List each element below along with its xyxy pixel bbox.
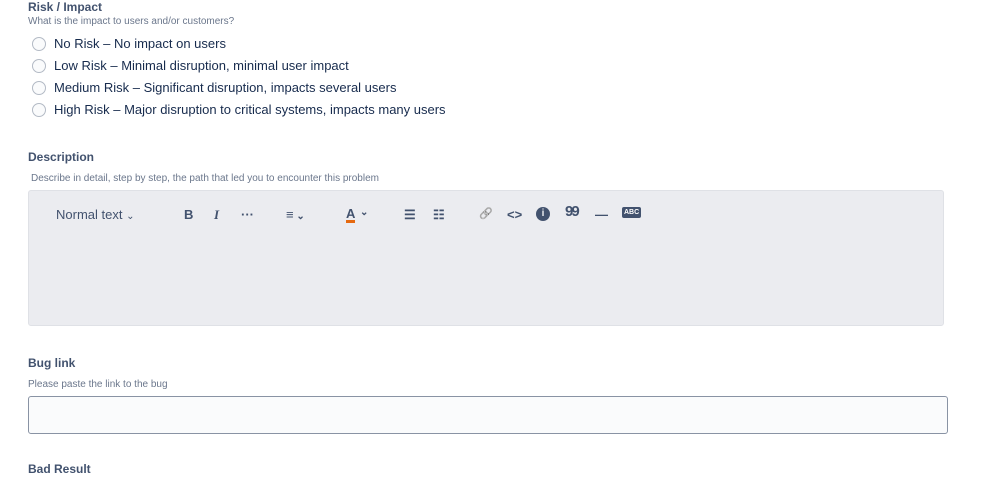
link-button[interactable]: 🔗 — [479, 207, 493, 220]
code-button[interactable]: <> — [507, 207, 522, 222]
bug-link-help: Please paste the link to the bug — [28, 379, 168, 390]
description-help: Describe in detail, step by step, the pa… — [31, 173, 379, 184]
align-button[interactable]: ≡ ⌄ — [286, 207, 305, 222]
divider-button[interactable]: — — [595, 207, 608, 222]
radio-label: High Risk – Major disruption to critical… — [54, 102, 446, 117]
text-color-icon: A — [346, 206, 356, 221]
radio-label: Medium Risk – Significant disruption, im… — [54, 80, 397, 95]
risk-label: Risk / Impact — [28, 0, 103, 14]
radio-low-risk[interactable]: Low Risk – Minimal disruption, minimal u… — [32, 58, 349, 73]
bold-button[interactable]: B — [184, 207, 193, 222]
align-icon: ≡ — [286, 207, 294, 222]
text-style-dropdown[interactable]: Normal text ⌄ — [56, 207, 134, 222]
description-editor[interactable]: Normal text ⌄ B I ··· ≡ ⌄ A ⌄ ☰ ☷ 🔗 <> i… — [28, 190, 944, 326]
bug-link-label: Bug link — [28, 356, 76, 370]
text-style-label: Normal text — [56, 207, 123, 222]
italic-button[interactable]: I — [214, 207, 219, 223]
more-formatting-button[interactable]: ··· — [241, 207, 254, 222]
quote-button[interactable]: 99 — [565, 203, 580, 220]
radio-no-risk[interactable]: No Risk – No impact on users — [32, 36, 226, 51]
bad-result-label: Bad Result — [28, 462, 91, 476]
bullet-list-button[interactable]: ☰ — [404, 207, 416, 223]
description-label: Description — [28, 150, 95, 164]
numbered-list-button[interactable]: ☷ — [433, 207, 445, 223]
radio-label: Low Risk – Minimal disruption, minimal u… — [54, 58, 349, 73]
chevron-down-icon: ⌄ — [293, 211, 305, 222]
spellcheck-button[interactable]: ABC — [622, 207, 642, 218]
radio-medium-risk[interactable]: Medium Risk – Significant disruption, im… — [32, 80, 396, 95]
chevron-down-icon: ⌄ — [126, 211, 135, 222]
chevron-down-icon[interactable]: ⌄ — [360, 207, 368, 218]
radio-label: No Risk – No impact on users — [54, 36, 226, 51]
text-color-button[interactable]: A — [346, 206, 356, 223]
bug-link-input[interactable] — [28, 396, 948, 434]
radio-high-risk[interactable]: High Risk – Major disruption to critical… — [32, 102, 446, 117]
info-panel-button[interactable]: i — [536, 207, 550, 221]
risk-help: What is the impact to users and/or custo… — [28, 16, 235, 27]
